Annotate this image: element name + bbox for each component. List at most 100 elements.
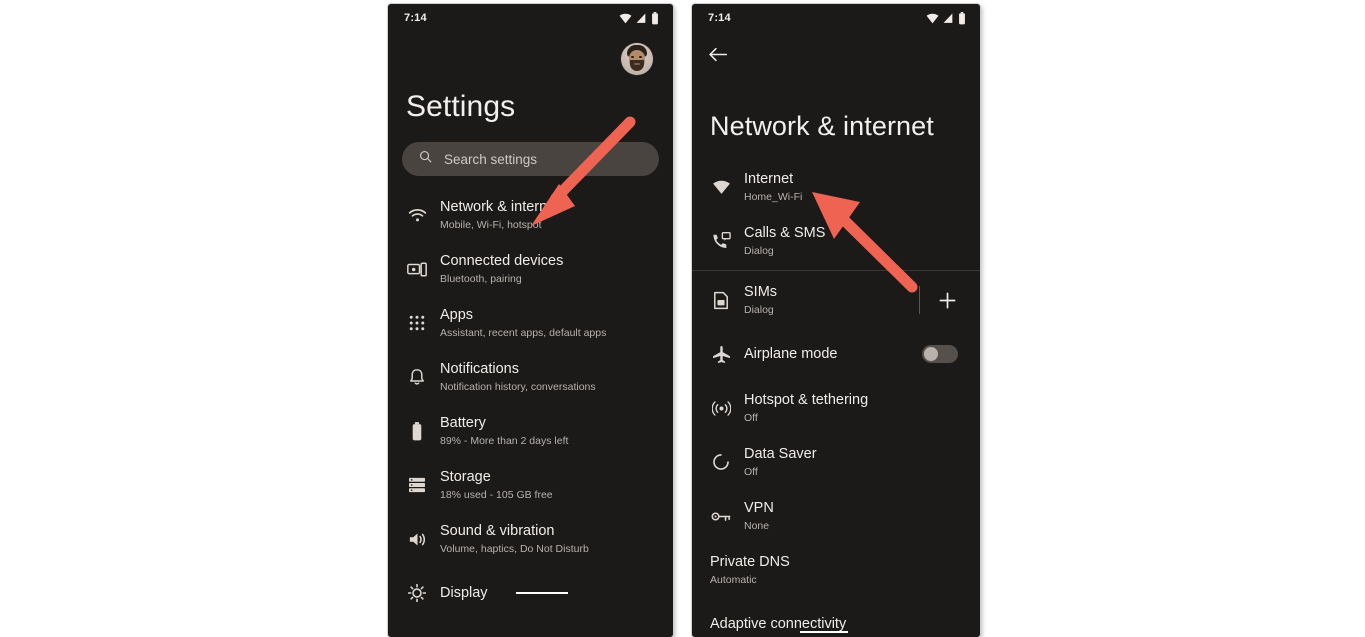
settings-list: Network & internet Mobile, Wi-Fi, hotspo… bbox=[388, 188, 673, 620]
add-sim-button[interactable] bbox=[934, 287, 960, 313]
sidebar-item-connected-devices[interactable]: Connected devices Bluetooth, pairing bbox=[388, 242, 673, 296]
item-title: Adaptive connectivity bbox=[710, 616, 849, 633]
page-title-settings: Settings bbox=[406, 90, 516, 123]
adaptive-underline-mark bbox=[800, 631, 849, 633]
item-title: Internet bbox=[744, 171, 794, 187]
item-text: Network & internet Mobile, Wi-Fi, hotspo… bbox=[440, 198, 659, 232]
vpn-key-icon bbox=[706, 510, 736, 523]
battery-icon bbox=[958, 11, 966, 25]
list-item-data-saver[interactable]: Data Saver Off bbox=[692, 435, 980, 489]
battery-icon bbox=[402, 421, 432, 441]
status-icon-group bbox=[619, 11, 659, 25]
item-text: Sound & vibration Volume, haptics, Do No… bbox=[440, 522, 659, 556]
hotspot-icon bbox=[706, 399, 736, 418]
item-subtitle: Dialog bbox=[744, 245, 774, 257]
item-title: Connected devices bbox=[440, 253, 564, 269]
item-text: Storage 18% used - 105 GB free bbox=[440, 468, 659, 502]
sidebar-item-network-internet[interactable]: Network & internet Mobile, Wi-Fi, hotspo… bbox=[388, 188, 673, 242]
wifi-filled-icon bbox=[706, 180, 736, 195]
item-text: Airplane mode bbox=[744, 345, 922, 363]
item-title: Apps bbox=[440, 307, 474, 323]
item-title: Display bbox=[440, 584, 659, 602]
sidebar-item-sound-vibration[interactable]: Sound & vibration Volume, haptics, Do No… bbox=[388, 512, 673, 566]
annotation-arrows bbox=[531, 116, 918, 293]
search-icon bbox=[418, 149, 433, 169]
sidebar-item-storage[interactable]: Storage 18% used - 105 GB free bbox=[388, 458, 673, 512]
status-bar-left: 7:14 bbox=[388, 4, 673, 32]
list-item-hotspot-tethering[interactable]: Hotspot & tethering Off bbox=[692, 381, 980, 435]
back-arrow-icon bbox=[708, 46, 728, 63]
back-button[interactable] bbox=[692, 32, 980, 76]
item-title: Network & internet bbox=[440, 199, 560, 215]
apps-grid-icon bbox=[402, 315, 432, 331]
item-title: Data Saver bbox=[744, 446, 817, 462]
item-title: Airplane mode bbox=[744, 346, 838, 362]
status-bar-right: 7:14 bbox=[692, 4, 980, 32]
item-subtitle: Off bbox=[744, 412, 758, 424]
status-time: 7:14 bbox=[404, 12, 427, 24]
sim-card-icon bbox=[706, 291, 736, 310]
screenshot-canvas: 7:14 Settings Search settings Network & … bbox=[0, 0, 1365, 637]
item-text: Battery 89% - More than 2 days left bbox=[440, 414, 659, 448]
item-title: SIMs bbox=[744, 284, 778, 300]
status-icon-group bbox=[926, 11, 966, 25]
item-title: Sound & vibration bbox=[440, 523, 555, 539]
item-subtitle: 18% used - 105 GB free bbox=[440, 489, 553, 501]
list-item-private-dns[interactable]: Private DNS Automatic bbox=[692, 543, 980, 597]
airplane-icon bbox=[706, 345, 736, 364]
item-text: SIMs Dialog bbox=[744, 283, 919, 317]
page-title-network: Network & internet bbox=[710, 111, 934, 141]
wifi-icon bbox=[926, 13, 939, 24]
item-text: Connected devices Bluetooth, pairing bbox=[440, 252, 659, 286]
item-subtitle: None bbox=[744, 520, 770, 532]
phone-screen-settings: 7:14 Settings Search settings Network & … bbox=[388, 4, 673, 637]
item-subtitle: Automatic bbox=[710, 574, 757, 586]
phone-screen-network: 7:14 Network & internet Internet Home_Wi… bbox=[692, 4, 980, 637]
sidebar-item-notifications[interactable]: Notifications Notification history, conv… bbox=[388, 350, 673, 404]
list-item-sims[interactable]: SIMs Dialog bbox=[692, 273, 980, 327]
section-divider bbox=[692, 270, 980, 271]
bell-icon bbox=[402, 368, 432, 386]
list-item-vpn[interactable]: VPN None bbox=[692, 489, 980, 543]
list-item-adaptive-connectivity[interactable]: Adaptive connectivity bbox=[692, 597, 980, 637]
sidebar-item-apps[interactable]: Apps Assistant, recent apps, default app… bbox=[388, 296, 673, 350]
status-time: 7:14 bbox=[708, 12, 731, 24]
avatar-beard bbox=[630, 60, 644, 71]
item-text: Data Saver Off bbox=[744, 445, 966, 479]
search-wrap: Search settings bbox=[388, 124, 673, 176]
item-text: Notifications Notification history, conv… bbox=[440, 360, 659, 394]
item-text: Adaptive connectivity bbox=[710, 615, 966, 633]
search-placeholder: Search settings bbox=[444, 151, 538, 167]
sidebar-item-battery[interactable]: Battery 89% - More than 2 days left bbox=[388, 404, 673, 458]
connected-devices-icon bbox=[402, 262, 432, 277]
battery-icon bbox=[651, 11, 659, 25]
toggle-knob bbox=[924, 347, 938, 361]
item-subtitle: Dialog bbox=[744, 304, 774, 316]
cellular-signal-icon bbox=[636, 13, 647, 24]
list-item-airplane-mode[interactable]: Airplane mode bbox=[692, 327, 980, 381]
search-input[interactable]: Search settings bbox=[402, 142, 659, 176]
avatar-eye-right bbox=[639, 56, 642, 58]
volume-icon bbox=[402, 531, 432, 548]
storage-icon bbox=[402, 477, 432, 493]
item-subtitle: 89% - More than 2 days left bbox=[440, 435, 569, 447]
avatar[interactable] bbox=[621, 43, 653, 75]
network-list: Internet Home_Wi-Fi Calls & SMS Dialog S… bbox=[692, 160, 980, 637]
item-text: Apps Assistant, recent apps, default app… bbox=[440, 306, 659, 340]
item-text: Hotspot & tethering Off bbox=[744, 391, 966, 425]
brightness-icon bbox=[402, 584, 432, 602]
item-subtitle: Home_Wi-Fi bbox=[744, 191, 803, 203]
calls-sms-icon bbox=[706, 232, 736, 250]
item-subtitle: Mobile, Wi-Fi, hotspot bbox=[440, 219, 542, 231]
list-item-internet[interactable]: Internet Home_Wi-Fi bbox=[692, 160, 980, 214]
item-title: Notifications bbox=[440, 361, 519, 377]
list-item-calls-sms[interactable]: Calls & SMS Dialog bbox=[692, 214, 980, 268]
item-title: Hotspot & tethering bbox=[744, 392, 869, 408]
item-subtitle: Bluetooth, pairing bbox=[440, 273, 522, 285]
item-text: Calls & SMS Dialog bbox=[744, 224, 966, 258]
item-subtitle: Notification history, conversations bbox=[440, 381, 596, 393]
sidebar-item-display[interactable]: Display bbox=[388, 566, 673, 620]
item-title: Storage bbox=[440, 469, 491, 485]
airplane-mode-toggle[interactable] bbox=[922, 345, 958, 363]
vertical-separator bbox=[919, 286, 920, 314]
